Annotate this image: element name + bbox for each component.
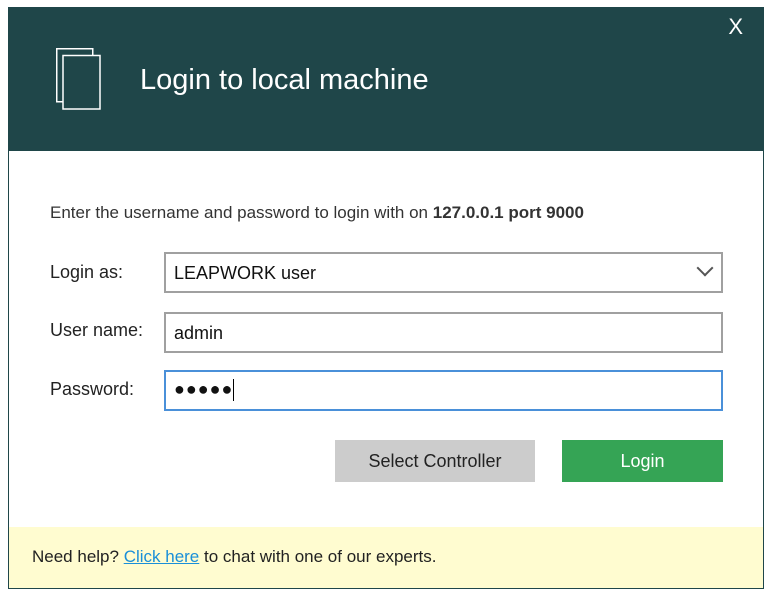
close-icon[interactable]: X	[728, 14, 743, 40]
help-suffix: to chat with one of our experts.	[199, 547, 437, 566]
host-port: 127.0.0.1 port 9000	[432, 203, 584, 222]
dialog-header: X Login to local machine	[9, 8, 763, 151]
intro-text: Enter the username and password to login…	[50, 203, 584, 223]
login-dialog: X Login to local machine Enter the usern…	[8, 7, 764, 589]
login-as-label: Login as:	[50, 262, 124, 282]
login-button[interactable]: Login	[562, 440, 723, 482]
dialog-title: Login to local machine	[140, 64, 429, 96]
help-footer: Need help? Click here to chat with one o…	[9, 527, 763, 588]
password-label: Password:	[50, 379, 135, 399]
username-value: admin	[174, 323, 224, 343]
password-value: ●●●●●	[174, 379, 234, 399]
intro-label: Enter the username and password to login…	[50, 203, 433, 222]
chevron-down-icon	[696, 259, 714, 277]
select-controller-button[interactable]: Select Controller	[335, 440, 535, 482]
text-caret	[233, 379, 235, 402]
username-label: User name:	[50, 320, 144, 340]
chat-link[interactable]: Click here	[124, 547, 200, 566]
help-prefix: Need help?	[32, 547, 124, 566]
username-input[interactable]: admin	[164, 312, 723, 353]
password-input[interactable]: ●●●●●	[164, 370, 723, 411]
login-as-value: LEAPWORK user	[174, 263, 317, 283]
login-as-select[interactable]: LEAPWORK user	[164, 252, 723, 293]
documents-icon	[56, 48, 101, 110]
